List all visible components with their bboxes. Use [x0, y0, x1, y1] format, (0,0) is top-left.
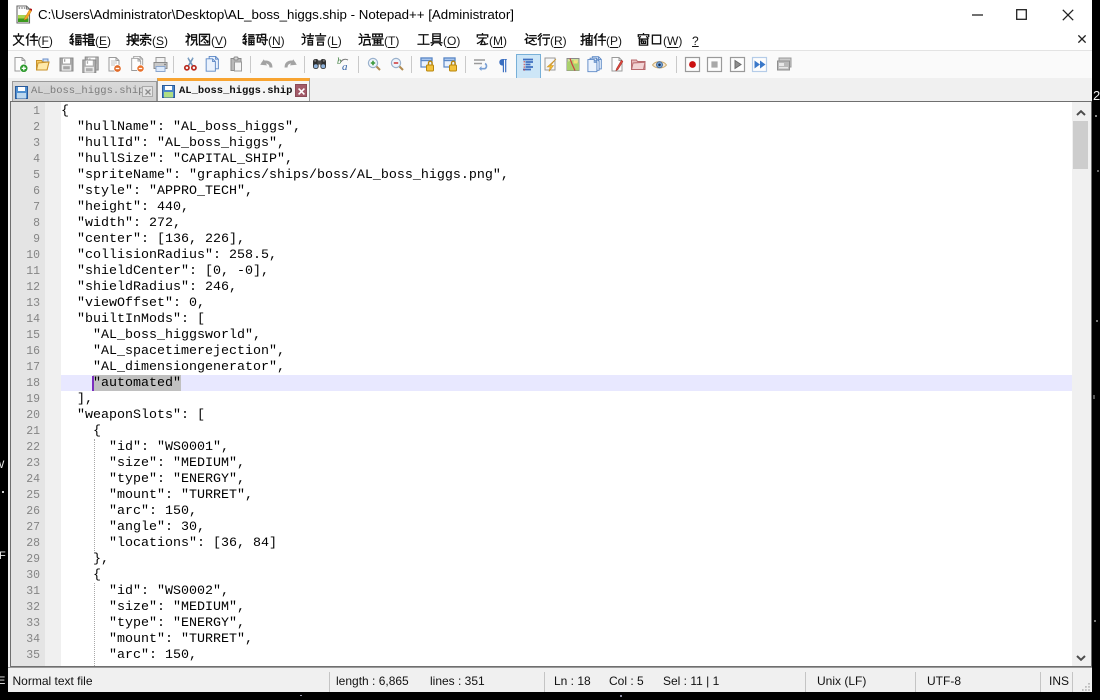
svg-text:a: a: [342, 61, 348, 73]
svg-text:¶: ¶: [499, 56, 508, 73]
